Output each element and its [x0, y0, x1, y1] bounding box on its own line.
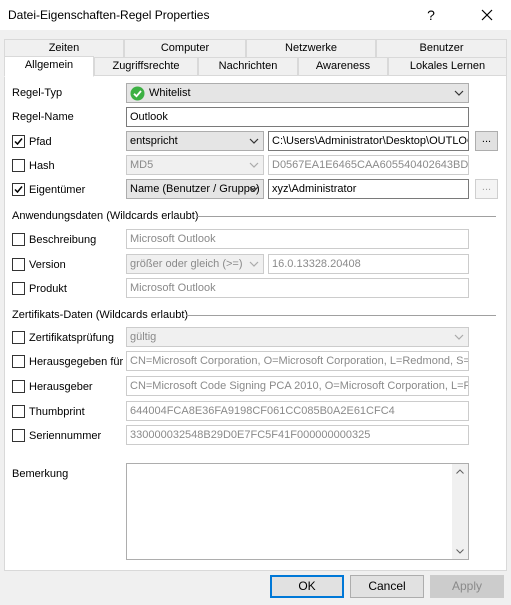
eigentuemer-type-value: Name (Benutzer / Gruppe) — [130, 183, 260, 195]
version-label: Version — [29, 259, 66, 271]
beschreibung-label: Beschreibung — [29, 234, 97, 246]
properties-dialog: Datei-Eigenschaften-Regel Properties ? Z… — [0, 0, 511, 605]
checkmark-icon — [14, 138, 23, 146]
tab-lokales-lernen[interactable]: Lokales Lernen — [388, 57, 507, 76]
zertifikatspruefung-select[interactable]: gültig — [126, 327, 469, 347]
regel-typ-select[interactable]: Whitelist — [126, 83, 469, 103]
eigentuemer-type-select[interactable]: Name (Benutzer / Gruppe) — [126, 179, 264, 199]
thumbprint-checkbox[interactable] — [12, 405, 25, 418]
eigentuemer-browse-button[interactable]: ... — [475, 179, 498, 199]
hash-algo-select[interactable]: MD5 — [126, 155, 264, 175]
herausgegeben-fuer-checkbox[interactable] — [12, 355, 25, 368]
pfad-operator-value: entspricht — [130, 135, 178, 147]
eigentuemer-checkbox[interactable] — [12, 183, 25, 196]
anwendungsdaten-group-label: Anwendungsdaten (Wildcards erlaubt) — [12, 210, 199, 222]
zertifikatspruefung-value: gültig — [130, 331, 157, 343]
herausgeber-checkbox[interactable] — [12, 380, 25, 393]
bemerkung-textarea[interactable] — [126, 463, 469, 560]
thumbprint-label: Thumbprint — [29, 406, 85, 418]
close-icon — [481, 9, 493, 21]
whitelist-check-icon — [130, 86, 145, 101]
seriennummer-field[interactable]: 330000032548B29D0E7FC5F41F000000000325 — [126, 425, 469, 445]
tab-awareness[interactable]: Awareness — [298, 57, 388, 76]
scroll-up-icon — [456, 469, 464, 474]
regel-name-label: Regel-Name — [12, 111, 74, 123]
beschreibung-checkbox[interactable] — [12, 233, 25, 246]
chevron-down-icon — [249, 138, 259, 144]
chevron-down-icon — [454, 334, 464, 340]
regel-typ-value: Whitelist — [149, 87, 191, 99]
eigentuemer-field[interactable]: xyz\Administrator — [268, 179, 469, 199]
group-divider — [186, 315, 496, 316]
hash-field[interactable]: D0567EA1E6465CAA605540402643BD0 — [268, 155, 469, 175]
window-title: Datei-Eigenschaften-Regel Properties — [8, 8, 210, 22]
close-button[interactable] — [466, 0, 508, 30]
group-divider — [196, 216, 496, 217]
produkt-field[interactable]: Microsoft Outlook — [126, 278, 469, 298]
tab-computer[interactable]: Computer — [124, 39, 246, 58]
checkmark-icon — [14, 186, 23, 194]
version-operator-select[interactable]: größer oder gleich (>=) — [126, 254, 264, 274]
pfad-checkbox[interactable] — [12, 135, 25, 148]
cancel-button[interactable]: Cancel — [350, 575, 424, 598]
tab-benutzer[interactable]: Benutzer — [376, 39, 507, 58]
herausgeber-field[interactable]: CN=Microsoft Code Signing PCA 2010, O=Mi… — [126, 376, 469, 396]
scroll-down-icon — [456, 549, 464, 554]
pfad-browse-button[interactable]: ... — [475, 131, 498, 151]
zertifikat-group-label: Zertifikats-Daten (Wildcards erlaubt) — [12, 309, 189, 321]
tab-allgemein[interactable]: Allgemein — [4, 56, 94, 77]
bemerkung-label: Bemerkung — [12, 468, 69, 480]
produkt-checkbox[interactable] — [12, 282, 25, 295]
pfad-field[interactable]: C:\Users\Administrator\Desktop\OUTLOOK — [268, 131, 469, 151]
chevron-down-icon — [249, 186, 259, 192]
ok-button[interactable]: OK — [270, 575, 344, 598]
hash-algo-value: MD5 — [130, 159, 154, 171]
herausgeber-label: Herausgeber — [29, 381, 93, 393]
thumbprint-field[interactable]: 644004FCA8E36FA9198CF061CC085B0A2E61CFC4 — [126, 401, 469, 421]
hash-checkbox[interactable] — [12, 159, 25, 172]
seriennummer-checkbox[interactable] — [12, 429, 25, 442]
bemerkung-scrollbar[interactable] — [452, 464, 468, 559]
version-field[interactable]: 16.0.13328.20408 — [268, 254, 469, 274]
chevron-down-icon — [249, 261, 259, 267]
zertifikatspruefung-checkbox[interactable] — [12, 331, 25, 344]
herausgegeben-fuer-field[interactable]: CN=Microsoft Corporation, O=Microsoft Co… — [126, 351, 469, 371]
apply-button[interactable]: Apply — [430, 575, 504, 598]
tab-netzwerke[interactable]: Netzwerke — [246, 39, 376, 58]
zertifikatspruefung-label: Zertifikatsprüfung — [29, 332, 114, 344]
eigentuemer-label: Eigentümer — [29, 184, 86, 196]
pfad-label: Pfad — [29, 136, 52, 148]
title-bar: Datei-Eigenschaften-Regel Properties ? — [0, 0, 511, 30]
help-button[interactable]: ? — [410, 0, 452, 30]
regel-typ-label: Regel-Typ — [12, 87, 63, 99]
version-checkbox[interactable] — [12, 258, 25, 271]
hash-label: Hash — [29, 160, 55, 172]
seriennummer-label: Seriennummer — [29, 430, 102, 442]
chevron-down-icon — [249, 162, 259, 168]
tab-nachrichten[interactable]: Nachrichten — [198, 57, 298, 76]
beschreibung-field[interactable]: Microsoft Outlook — [126, 229, 469, 249]
version-operator-value: größer oder gleich (>=) — [130, 258, 243, 270]
produkt-label: Produkt — [29, 283, 67, 295]
chevron-down-icon — [454, 90, 464, 96]
regel-name-field[interactable]: Outlook — [126, 107, 469, 127]
bemerkung-text — [127, 464, 468, 468]
herausgegeben-fuer-label: Herausgegeben für — [29, 356, 124, 368]
pfad-operator-select[interactable]: entspricht — [126, 131, 264, 151]
tab-zugriffsrechte[interactable]: Zugriffsrechte — [94, 57, 198, 76]
